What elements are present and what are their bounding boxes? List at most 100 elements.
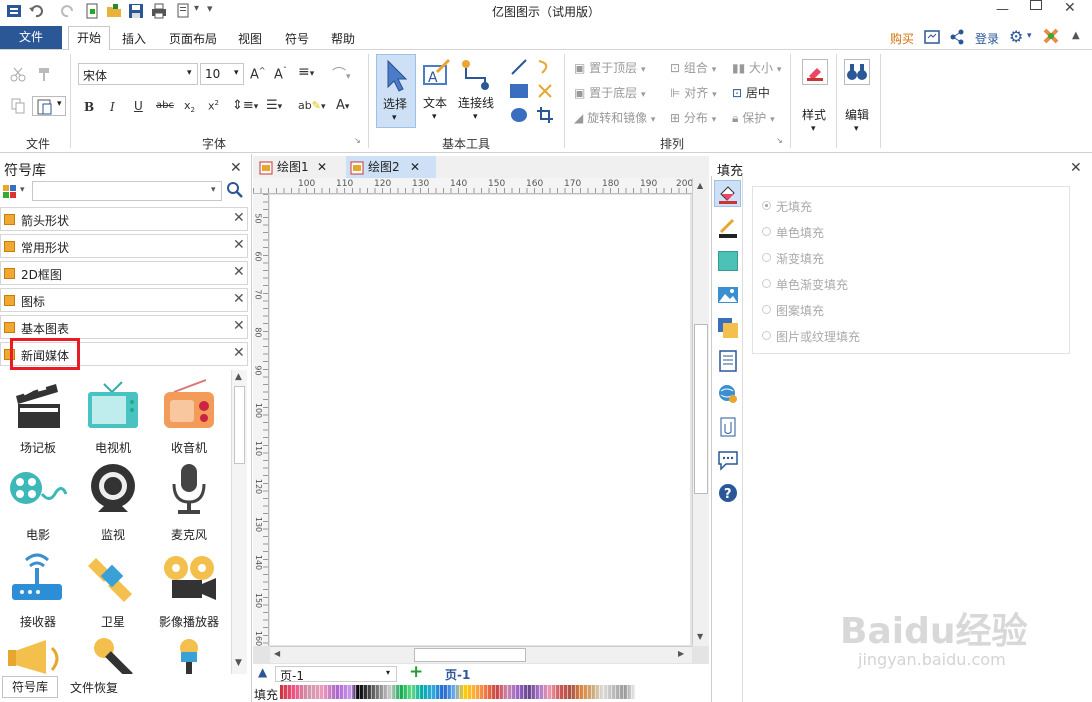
- scroll-up-icon[interactable]: ▲: [235, 372, 242, 382]
- collapse-ribbon-icon[interactable]: ▲: [1072, 30, 1080, 41]
- radio-single-gradient-fill[interactable]: [762, 279, 771, 288]
- group-button[interactable]: ⊡ 组合 ▾: [670, 59, 716, 76]
- align-button[interactable]: ⊫ 对齐 ▾: [670, 84, 717, 101]
- arrange-dialog-launcher-icon[interactable]: ↘: [776, 136, 783, 145]
- hyperlink-globe-icon[interactable]: [717, 383, 739, 405]
- file-menu[interactable]: 文件: [0, 26, 62, 49]
- symbol-television[interactable]: [84, 376, 142, 434]
- add-page-icon[interactable]: +: [409, 662, 423, 682]
- tab-help[interactable]: 帮助: [331, 30, 355, 47]
- font-name-dropdown-icon[interactable]: ▾: [187, 68, 192, 78]
- page-select[interactable]: 页-1 ▾: [275, 666, 397, 683]
- close-tab-icon[interactable]: ✕: [410, 156, 420, 178]
- option-pattern-fill[interactable]: 图案填充: [776, 302, 824, 319]
- rotate-mirror-button[interactable]: ◢ 旋转和镜像 ▾: [574, 109, 655, 126]
- close-category-icon[interactable]: ✕: [233, 237, 245, 253]
- symbol-clapperboard[interactable]: [10, 376, 64, 434]
- ellipse-tool-icon[interactable]: [511, 108, 527, 122]
- page-nav-up-icon[interactable]: ▲: [258, 665, 267, 679]
- shrink-font-button[interactable]: Aˇ: [274, 66, 287, 82]
- subscript-button[interactable]: x2: [184, 99, 195, 114]
- distribute-button[interactable]: ⊞ 分布 ▾: [670, 109, 716, 126]
- search-icon[interactable]: [226, 181, 244, 199]
- tab-drawing-2[interactable]: 绘图2 ✕: [346, 156, 436, 178]
- page-tab[interactable]: 页-1: [445, 666, 470, 683]
- tab-view[interactable]: 视图: [238, 30, 262, 47]
- tab-insert[interactable]: 插入: [122, 30, 146, 47]
- scroll-down-icon[interactable]: ▼: [235, 658, 242, 668]
- cross-point-icon[interactable]: [536, 82, 554, 100]
- align-text-icon[interactable]: ≡▾: [298, 64, 314, 80]
- select-tool-button[interactable]: 选择 ▾: [376, 54, 416, 128]
- curve-tool-icon[interactable]: [536, 58, 554, 76]
- font-name-select[interactable]: 宋体 ▾: [78, 63, 198, 85]
- line-tool-icon[interactable]: [510, 58, 528, 76]
- style-button[interactable]: 样式 ▾: [796, 56, 834, 136]
- symbol-video-player[interactable]: [158, 550, 220, 606]
- close-fill-panel-button[interactable]: ✕: [1070, 160, 1082, 176]
- buy-link[interactable]: 购买: [890, 30, 914, 47]
- grow-font-button[interactable]: A^: [250, 66, 266, 82]
- option-picture-texture-fill[interactable]: 图片或纹理填充: [776, 328, 860, 345]
- highlight-icon[interactable]: ab✎▾: [298, 99, 325, 112]
- font-size-select[interactable]: 10 ▾: [200, 63, 244, 85]
- symbol-scrollbar[interactable]: ▲ ▼: [231, 370, 247, 674]
- text-tool-button[interactable]: A 文本 ▾: [418, 54, 454, 128]
- option-single-gradient-fill[interactable]: 单色渐变填充: [776, 276, 848, 293]
- tab-symbols[interactable]: 符号: [285, 30, 309, 47]
- font-color-icon[interactable]: A▾: [336, 98, 349, 113]
- edit-button[interactable]: 编辑 ▾: [840, 56, 878, 136]
- page-select-dropdown-icon[interactable]: ▾: [386, 668, 390, 677]
- radio-gradient-fill[interactable]: [762, 253, 771, 262]
- scrollbar-thumb[interactable]: [414, 648, 526, 662]
- protect-button[interactable]: 🔒︎ 保护 ▾: [732, 109, 775, 126]
- symbol-tv-microphone[interactable]: [160, 636, 218, 674]
- paste-button[interactable]: ▾: [32, 96, 66, 116]
- connector-tool-button[interactable]: 连接线 ▾: [456, 54, 496, 128]
- symbol-receiver[interactable]: [8, 548, 66, 606]
- attachment-icon[interactable]: [717, 416, 739, 438]
- radio-pattern-fill[interactable]: [762, 305, 771, 314]
- radio-no-fill[interactable]: [762, 201, 771, 210]
- line-spacing-icon[interactable]: ⇕≡▾: [232, 98, 258, 113]
- help-icon[interactable]: ?: [717, 482, 739, 504]
- center-button[interactable]: ⊡ 居中: [732, 84, 770, 101]
- scroll-left-icon[interactable]: ◀: [274, 649, 280, 658]
- canvas-vertical-scrollbar[interactable]: ▲ ▼: [692, 178, 709, 646]
- option-solid-fill[interactable]: 单色填充: [776, 224, 824, 241]
- minimize-button[interactable]: —: [996, 2, 1009, 17]
- symbol-press-microphone[interactable]: [84, 636, 142, 674]
- option-no-fill[interactable]: 无填充: [776, 198, 812, 215]
- scrollbar-thumb[interactable]: [234, 386, 245, 464]
- bold-button[interactable]: B: [84, 100, 94, 114]
- shadow-icon[interactable]: [718, 251, 738, 271]
- settings-dropdown-icon[interactable]: ▾: [1027, 31, 1032, 41]
- category-arrow-shapes[interactable]: 箭头形状 ✕: [0, 207, 248, 231]
- radio-solid-fill[interactable]: [762, 227, 771, 236]
- color-palette[interactable]: [280, 685, 635, 699]
- cut-icon[interactable]: [10, 66, 26, 82]
- symbol-satellite[interactable]: [84, 548, 142, 606]
- drawing-page[interactable]: [270, 195, 690, 645]
- comment-icon[interactable]: [717, 449, 739, 471]
- close-category-icon[interactable]: ✕: [233, 291, 245, 307]
- italic-button[interactable]: I: [110, 100, 115, 114]
- canvas-horizontal-scrollbar[interactable]: ◀ ▶: [270, 646, 692, 663]
- close-category-icon[interactable]: ✕: [233, 345, 245, 361]
- option-gradient-fill[interactable]: 渐变填充: [776, 250, 824, 267]
- symbol-megaphone[interactable]: [6, 638, 68, 674]
- library-menu-dropdown-icon[interactable]: ▾: [20, 185, 25, 195]
- search-history-dropdown-icon[interactable]: ▾: [211, 185, 216, 195]
- category-icons[interactable]: 图标 ✕: [0, 288, 248, 312]
- underline-button[interactable]: U: [134, 99, 143, 113]
- library-menu-icon[interactable]: [2, 182, 20, 200]
- crop-tool-icon[interactable]: [536, 106, 554, 124]
- size-button[interactable]: ▮▮ 大小 ▾: [732, 59, 781, 76]
- settings-gear-icon[interactable]: ⚙: [1009, 27, 1023, 46]
- font-dialog-launcher-icon[interactable]: ↘: [354, 136, 361, 145]
- image-icon[interactable]: [717, 284, 739, 306]
- category-2d-block[interactable]: 2D框图 ✕: [0, 261, 248, 285]
- symbol-search-input[interactable]: ▾: [32, 181, 222, 201]
- tab-drawing-1[interactable]: 绘图1 ✕: [255, 156, 345, 178]
- line-style-icon[interactable]: [717, 218, 739, 240]
